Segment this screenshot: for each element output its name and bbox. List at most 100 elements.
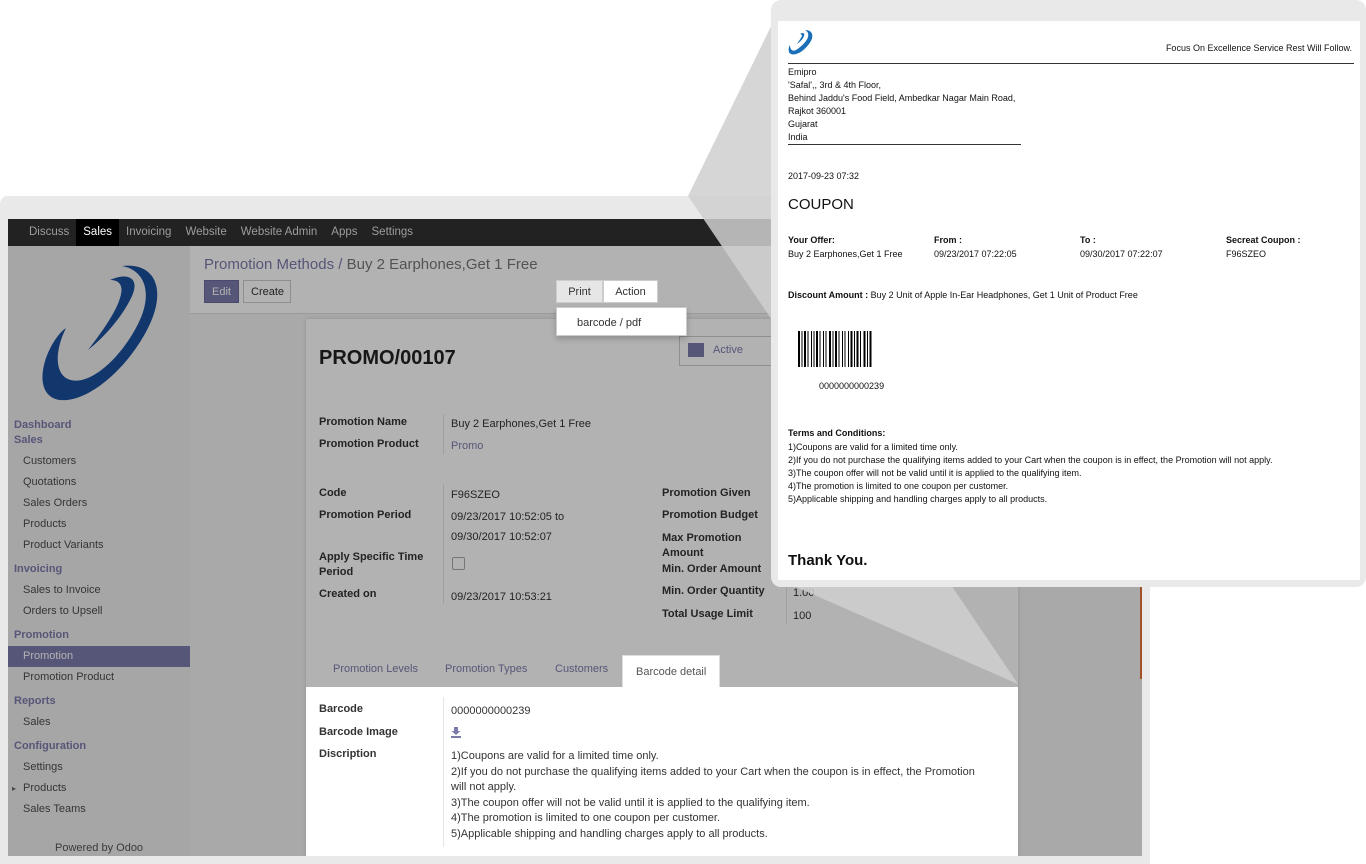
address-rule [788, 144, 1021, 145]
description-label: Discription [319, 748, 377, 760]
breadcrumb-parent[interactable]: Promotion Methods [204, 256, 334, 273]
top-nav-sales[interactable]: Sales [76, 219, 120, 246]
tab-promotion-types[interactable]: Promotion Types [445, 663, 527, 675]
caret-right-icon: ▸ [12, 784, 17, 793]
sidebar-menu: Dashboard Sales Customers Quotations Sal… [8, 418, 190, 820]
offer-value: Buy 2 Earphones,Get 1 Free [788, 249, 903, 259]
top-nav-website-admin[interactable]: Website Admin [234, 219, 325, 246]
barcode-bar [838, 331, 840, 367]
top-nav-menu: Discuss Sales Invoicing Website Website … [22, 219, 420, 246]
sidebar-head-configuration: Configuration [14, 740, 87, 752]
promotion-product-link[interactable]: Promo [451, 439, 483, 454]
active-toggle-button[interactable]: Active [679, 336, 774, 366]
terms-line: 3)The coupon offer will not be valid unt… [788, 468, 1082, 478]
terms-line: 5)Applicable shipping and handling charg… [788, 494, 1048, 504]
description-line: will not apply. [451, 781, 517, 793]
sidebar-item-quotations[interactable]: Quotations [8, 472, 190, 493]
barcode-bar [835, 331, 837, 367]
action-label: Action [615, 286, 646, 298]
specific-time-label: Apply Specific Time Period [319, 551, 424, 578]
sidebar-head-invoicing: Invoicing [14, 563, 63, 575]
top-nav-website[interactable]: Website [178, 219, 233, 246]
sidebar: Dashboard Sales Customers Quotations Sal… [8, 246, 190, 856]
barcode-bar [842, 331, 843, 367]
promotion-period-label: Promotion Period [319, 509, 412, 521]
sidebar-item-config-products-label: Products [23, 782, 67, 794]
breadcrumb-current: Buy 2 Earphones,Get 1 Free [346, 256, 538, 273]
breadcrumb: Promotion Methods / Buy 2 Earphones,Get … [204, 256, 538, 273]
min-order-quantity-value: 1.00 [793, 587, 815, 599]
sidebar-item-orders-to-upsell[interactable]: Orders to Upsell [8, 601, 190, 622]
field-divider [443, 697, 444, 847]
specific-time-checkbox[interactable] [452, 557, 465, 570]
action-dropdown-button[interactable]: Action [603, 280, 658, 318]
sidebar-item-products[interactable]: Products [8, 514, 190, 535]
barcode-label: Barcode [319, 703, 364, 715]
sidebar-item-promotion[interactable]: Promotion [8, 646, 190, 667]
tab-barcode-detail[interactable]: Barcode detail [622, 655, 721, 687]
sidebar-item-customers[interactable]: Customers [8, 451, 190, 472]
barcode-bar [860, 331, 861, 367]
barcode-bar [823, 331, 824, 367]
top-nav-settings[interactable]: Settings [365, 219, 421, 246]
address-line: Rajkot 360001 [788, 106, 847, 116]
sidebar-item-reports-sales[interactable]: Sales [8, 712, 190, 733]
min-order-quantity-label: Min. Order Quantity [662, 585, 765, 597]
created-on-label: Created on [319, 588, 377, 600]
download-icon[interactable] [451, 727, 461, 738]
barcode-bar [867, 331, 868, 367]
sidebar-item-sales-teams[interactable]: Sales Teams [8, 799, 190, 820]
barcode-number: 0000000000239 [819, 381, 885, 391]
barcode-bar [869, 331, 872, 367]
powered-by-odoo[interactable]: Powered by Odoo [55, 842, 143, 854]
terms-line: 4)The promotion is limited to one coupon… [788, 481, 1009, 491]
barcode-value: 0000000000239 [451, 705, 531, 717]
print-dropdown-menu: barcode / pdf [556, 307, 687, 336]
promotion-budget-label: Promotion Budget [662, 509, 758, 521]
description-value: 1)Coupons are valid for a limited time o… [451, 749, 991, 842]
sidebar-item-product-variants[interactable]: Product Variants [8, 535, 190, 556]
secret-coupon-label: Secreat Coupon : [1226, 235, 1301, 245]
min-order-amount-label: Min. Order Amount [662, 563, 762, 575]
period-from-value: 09/23/2017 10:52:05 to [451, 511, 565, 523]
top-nav-invoicing[interactable]: Invoicing [119, 219, 178, 246]
promotion-name-value: Buy 2 Earphones,Get 1 Free [451, 418, 592, 430]
barcode-detail-panel: Barcode 0000000000239 Barcode Image Disc… [306, 687, 1018, 856]
sidebar-item-settings[interactable]: Settings [8, 757, 190, 778]
print-dropdown-button[interactable]: Print [556, 280, 603, 318]
emipro-logo [788, 30, 813, 55]
description-line: 4)The promotion is limited to one coupon… [451, 812, 721, 824]
terms-line: 1)Coupons are valid for a limited time o… [788, 442, 958, 452]
barcode-bar [844, 331, 846, 367]
sidebar-item-sales-orders[interactable]: Sales Orders [8, 493, 190, 514]
tab-customers[interactable]: Customers [555, 663, 608, 675]
description-line: 2)If you do not purchase the qualifying … [451, 765, 975, 778]
top-nav-apps[interactable]: Apps [324, 219, 364, 246]
top-nav-discuss[interactable]: Discuss [22, 219, 76, 246]
barcode-bar [832, 331, 834, 367]
archive-icon [688, 343, 704, 357]
sidebar-item-config-products[interactable]: ▸ Products [8, 778, 190, 799]
from-value: 09/23/2017 07:22:05 [934, 249, 1017, 259]
barcode-bar [816, 331, 818, 367]
address-line: India [788, 132, 808, 142]
coupon-heading: COUPON [788, 196, 854, 213]
terms-title: Terms and Conditions: [788, 428, 886, 438]
create-button[interactable]: Create [243, 280, 291, 303]
terms-line: 2)If you do not purchase the qualifying … [788, 455, 1273, 465]
from-label: From : [934, 235, 962, 245]
menu-item-barcode-pdf[interactable]: barcode / pdf [557, 308, 686, 329]
thank-you: Thank You. [788, 552, 868, 569]
sidebar-item-sales-to-invoice[interactable]: Sales to Invoice [8, 580, 190, 601]
coupon-date: 2017-09-23 07:32 [788, 171, 860, 181]
sidebar-head-dashboard[interactable]: Dashboard [8, 418, 190, 433]
promotion-product-label: Promotion Product [319, 438, 419, 450]
total-usage-limit-label: Total Usage Limit [662, 608, 753, 620]
breadcrumb-separator: / [338, 256, 343, 273]
barcode-bar [825, 331, 827, 367]
barcode-bar [854, 331, 855, 367]
sidebar-item-promotion-product[interactable]: Promotion Product [8, 667, 190, 688]
edit-button[interactable]: Edit [204, 280, 239, 303]
tab-promotion-levels[interactable]: Promotion Levels [333, 663, 418, 675]
sidebar-head-promotion: Promotion [14, 629, 69, 641]
